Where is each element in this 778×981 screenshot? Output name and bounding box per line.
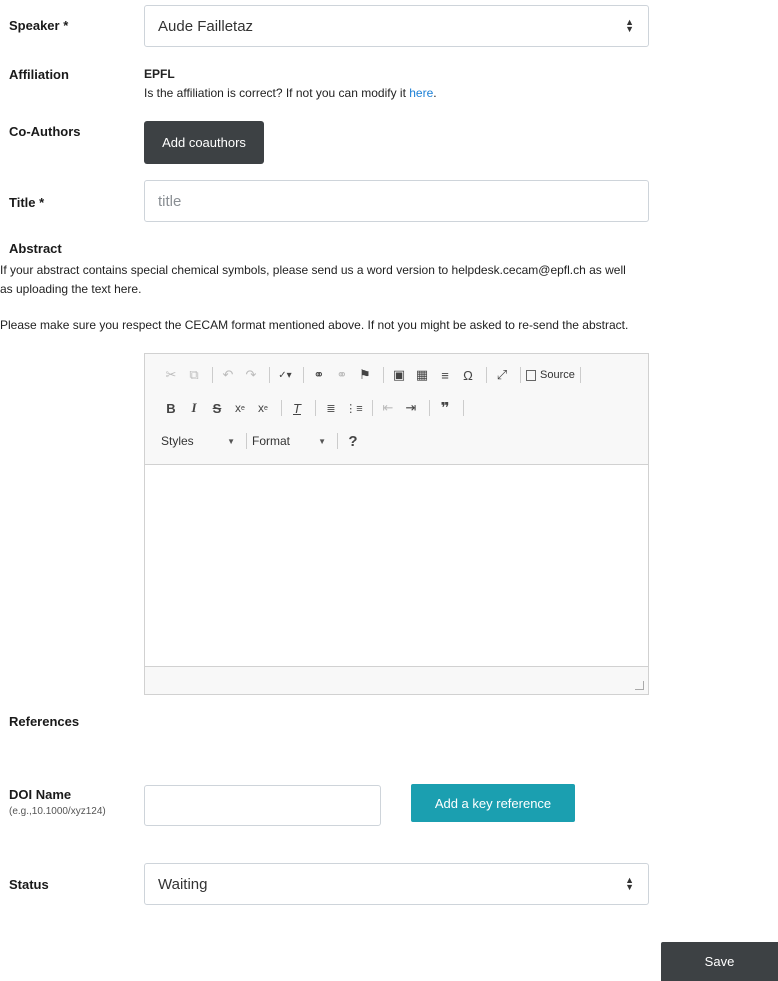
affiliation-note: Is the affiliation is correct? If not yo… xyxy=(144,86,437,100)
doi-input[interactable] xyxy=(144,785,381,826)
toolbar-separator xyxy=(269,367,270,383)
anchor-flag-icon[interactable]: ⚑ xyxy=(355,365,375,385)
toolbar-separator xyxy=(372,400,373,416)
superscript-icon[interactable]: xe xyxy=(253,398,273,418)
toolbar-separator xyxy=(486,367,487,383)
dropdown-arrow-icon: ▼ xyxy=(318,436,326,446)
toolbar-separator xyxy=(463,400,464,416)
toolbar-separator xyxy=(579,367,581,383)
toolbar-separator xyxy=(429,400,430,416)
dropdown-arrow-icon: ▼ xyxy=(227,436,235,446)
abstract-format-note: Please make sure you respect the CECAM f… xyxy=(0,318,629,332)
numbered-list-icon[interactable]: ≣ xyxy=(321,398,341,418)
link-icon[interactable]: ⚭ xyxy=(309,365,329,385)
source-doc-icon xyxy=(526,369,536,381)
abstract-info-line1: If your abstract contains special chemic… xyxy=(0,263,626,277)
doi-hint: (e.g.,10.1000/xyz124) xyxy=(9,806,106,817)
undo-icon[interactable]: ↶ xyxy=(218,365,238,385)
doi-label: DOI Name xyxy=(9,787,72,802)
toolbar-row-3: Styles ▼ Format ▼ ? xyxy=(161,430,366,452)
status-select[interactable]: Waiting ▲ ▼ xyxy=(144,863,649,905)
image-icon[interactable]: ▣ xyxy=(389,365,409,385)
bulleted-list-icon[interactable]: ⋮≡ xyxy=(344,398,364,418)
toolbar-separator xyxy=(212,367,213,383)
speaker-label: Speaker xyxy=(9,18,68,33)
toolbar-separator xyxy=(520,367,521,383)
styles-dropdown[interactable]: Styles ▼ xyxy=(161,434,241,448)
abstract-info-line2: as uploading the text here. xyxy=(0,282,142,296)
italic-icon[interactable]: I xyxy=(184,398,204,418)
outdent-icon[interactable]: ⇤ xyxy=(378,398,398,418)
copy-icon[interactable]: ⧉ xyxy=(184,365,204,385)
toolbar-separator xyxy=(337,433,338,449)
speaker-select[interactable]: Aude Failletaz ▲ ▼ xyxy=(144,5,649,47)
affiliation-note-end: . xyxy=(433,86,437,100)
editor-statusbar xyxy=(145,666,648,694)
bold-icon[interactable]: B xyxy=(161,398,181,418)
speaker-value: Aude Failletaz xyxy=(158,17,254,35)
add-coauthors-button[interactable]: Add coauthors xyxy=(144,121,264,164)
unlink-icon[interactable]: ⚭ xyxy=(332,365,352,385)
select-caret-icon: ▲ ▼ xyxy=(625,875,634,892)
affiliation-value: EPFL xyxy=(144,67,175,81)
resize-handle-icon[interactable] xyxy=(635,681,644,690)
toolbar-row-1: ✂ ⧉ ↶ ↷ ✓▾ ⚭ ⚭ ⚑ ▣ ▦ ≡ Ω ⤢ Source xyxy=(161,364,586,386)
toolbar-separator xyxy=(383,367,384,383)
blockquote-icon[interactable]: ❞ xyxy=(435,398,455,418)
title-label: Title xyxy=(9,195,44,210)
toolbar-separator xyxy=(303,367,304,383)
editor-toolbar: ✂ ⧉ ↶ ↷ ✓▾ ⚭ ⚭ ⚑ ▣ ▦ ≡ Ω ⤢ Source B I S xyxy=(145,354,648,465)
affiliation-note-text: Is the affiliation is correct? If not yo… xyxy=(144,86,410,100)
remove-format-icon[interactable]: T xyxy=(287,398,307,418)
abstract-editor: ✂ ⧉ ↶ ↷ ✓▾ ⚭ ⚭ ⚑ ▣ ▦ ≡ Ω ⤢ Source B I S xyxy=(144,353,649,695)
toolbar-row-2: B I S xe xe T ≣ ⋮≡ ⇤ ⇥ ❞ xyxy=(161,397,469,419)
format-dropdown[interactable]: Format ▼ xyxy=(252,434,332,448)
subscript-icon[interactable]: xe xyxy=(230,398,250,418)
format-label: Format xyxy=(252,434,291,448)
editor-content-area[interactable] xyxy=(145,464,648,668)
help-icon[interactable]: ? xyxy=(343,431,363,451)
special-char-icon[interactable]: Ω xyxy=(458,365,478,385)
strikethrough-icon[interactable]: S xyxy=(207,398,227,418)
toolbar-separator xyxy=(315,400,316,416)
horizontal-line-icon[interactable]: ≡ xyxy=(435,365,455,385)
redo-icon[interactable]: ↷ xyxy=(241,365,261,385)
abstract-label: Abstract xyxy=(9,241,62,256)
source-label: Source xyxy=(540,369,575,381)
select-caret-icon: ▲ ▼ xyxy=(625,17,634,34)
title-input[interactable]: title xyxy=(144,180,649,222)
references-label: References xyxy=(9,714,80,729)
toolbar-separator xyxy=(246,433,247,449)
coauthors-label: Co-Authors xyxy=(9,124,81,139)
spellcheck-icon[interactable]: ✓▾ xyxy=(275,365,295,385)
add-key-reference-button[interactable]: Add a key reference xyxy=(411,784,575,822)
toolbar-separator xyxy=(281,400,282,416)
indent-icon[interactable]: ⇥ xyxy=(401,398,421,418)
styles-label: Styles xyxy=(161,434,194,448)
cut-icon[interactable]: ✂ xyxy=(161,365,181,385)
affiliation-modify-link[interactable]: here xyxy=(409,86,433,100)
source-button[interactable]: Source xyxy=(526,369,575,381)
status-value: Waiting xyxy=(158,875,208,893)
table-icon[interactable]: ▦ xyxy=(412,365,432,385)
status-label: Status xyxy=(9,877,49,892)
maximize-icon[interactable]: ⤢ xyxy=(492,365,512,385)
affiliation-label: Affiliation xyxy=(9,67,69,82)
save-button[interactable]: Save xyxy=(661,942,778,981)
